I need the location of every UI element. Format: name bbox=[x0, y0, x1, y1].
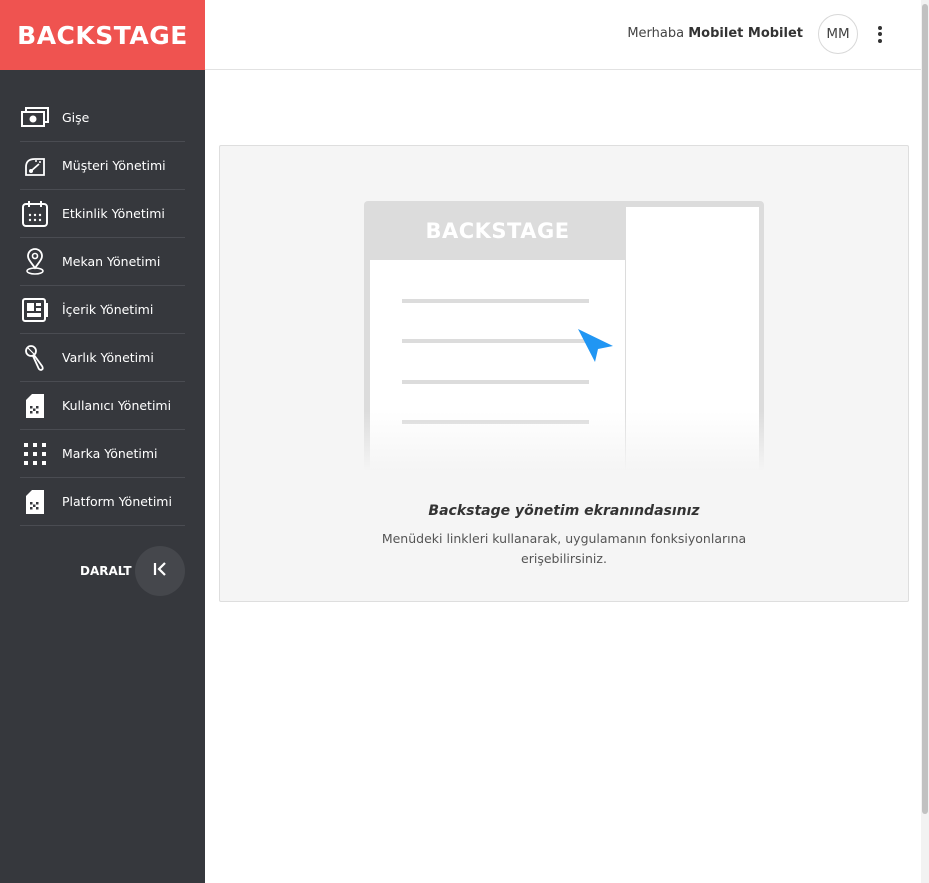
sidebar-item-label: Kullanıcı Yönetimi bbox=[62, 398, 172, 413]
collapse-control: DARALT bbox=[0, 546, 205, 596]
avatar[interactable]: MM bbox=[818, 14, 858, 54]
collapse-label[interactable]: DARALT bbox=[80, 564, 132, 578]
user-greeting: Merhaba Mobilet Mobilet bbox=[627, 26, 803, 41]
logo-text: BACKSTAGE bbox=[17, 20, 188, 50]
sidebar-item-mekan-yonetimi[interactable]: Mekan Yönetimi bbox=[20, 238, 185, 286]
sidebar-item-platform-yonetimi[interactable]: Platform Yönetimi bbox=[20, 478, 185, 526]
sidebar-item-label: Gişe bbox=[62, 110, 90, 125]
welcome-subtitle-line1: Menüdeki linkleri kullanarak, uygulamanı… bbox=[381, 531, 747, 546]
sidebar-item-label: Mekan Yönetimi bbox=[62, 254, 161, 269]
grid-icon bbox=[20, 439, 50, 469]
sidebar-item-label: Platform Yönetimi bbox=[62, 494, 172, 509]
sim-card-icon bbox=[20, 487, 50, 517]
brand-logo[interactable]: BACKSTAGE bbox=[0, 0, 205, 70]
sidebar-item-label: Marka Yönetimi bbox=[62, 446, 158, 461]
more-options-icon[interactable] bbox=[873, 20, 887, 48]
collapse-button[interactable] bbox=[135, 546, 185, 596]
sidebar-item-label: Etkinlik Yönetimi bbox=[62, 206, 165, 221]
sidebar-item-label: Varlık Yönetimi bbox=[62, 350, 154, 365]
welcome-subtitle-line2: erişebilirsiniz. bbox=[521, 551, 607, 566]
welcome-title: Backstage yönetim ekranındasınız bbox=[428, 503, 700, 519]
dashboard-illustration: BACKSTAGE bbox=[364, 201, 766, 471]
collapse-left-icon bbox=[152, 561, 168, 581]
sidebar-item-kullanici-yonetimi[interactable]: Kullanıcı Yönetimi bbox=[20, 382, 185, 430]
gauge-icon bbox=[20, 151, 50, 181]
sidebar-item-varlik-yonetimi[interactable]: Varlık Yönetimi bbox=[20, 334, 185, 382]
map-pin-icon bbox=[20, 247, 50, 277]
illustration-logo-text: BACKSTAGE bbox=[425, 219, 570, 243]
content-icon bbox=[20, 295, 50, 325]
money-icon bbox=[20, 103, 50, 133]
greeting-prefix: Merhaba bbox=[627, 26, 685, 41]
sim-card-icon bbox=[20, 391, 50, 421]
welcome-card: BACKSTAGE Backstage yönetim ekranındasın… bbox=[219, 145, 909, 602]
sidebar-item-icerik-yonetimi[interactable]: İçerik Yönetimi bbox=[20, 286, 185, 334]
sidebar-item-marka-yonetimi[interactable]: Marka Yönetimi bbox=[20, 430, 185, 478]
sidebar-item-musteri-yonetimi[interactable]: Müşteri Yönetimi bbox=[20, 142, 185, 190]
scrollbar-thumb[interactable] bbox=[922, 4, 928, 814]
calendar-icon bbox=[20, 199, 50, 229]
sidebar-item-gise[interactable]: Gişe bbox=[20, 94, 185, 142]
top-header: Merhaba Mobilet Mobilet MM bbox=[205, 0, 921, 70]
user-name: Mobilet Mobilet bbox=[688, 26, 803, 41]
sidebar-nav: Gişe Müşteri Yönetimi Etkinlik Yönetimi … bbox=[20, 94, 185, 526]
sidebar-item-label: İçerik Yönetimi bbox=[62, 302, 154, 317]
microphone-icon bbox=[20, 343, 50, 373]
sidebar-item-etkinlik-yonetimi[interactable]: Etkinlik Yönetimi bbox=[20, 190, 185, 238]
sidebar: BACKSTAGE Gişe Müşteri Yönetimi Etkinlik… bbox=[0, 0, 205, 883]
welcome-subtitle: Menüdeki linkleri kullanarak, uygulamanı… bbox=[220, 529, 908, 569]
sidebar-item-label: Müşteri Yönetimi bbox=[62, 158, 166, 173]
